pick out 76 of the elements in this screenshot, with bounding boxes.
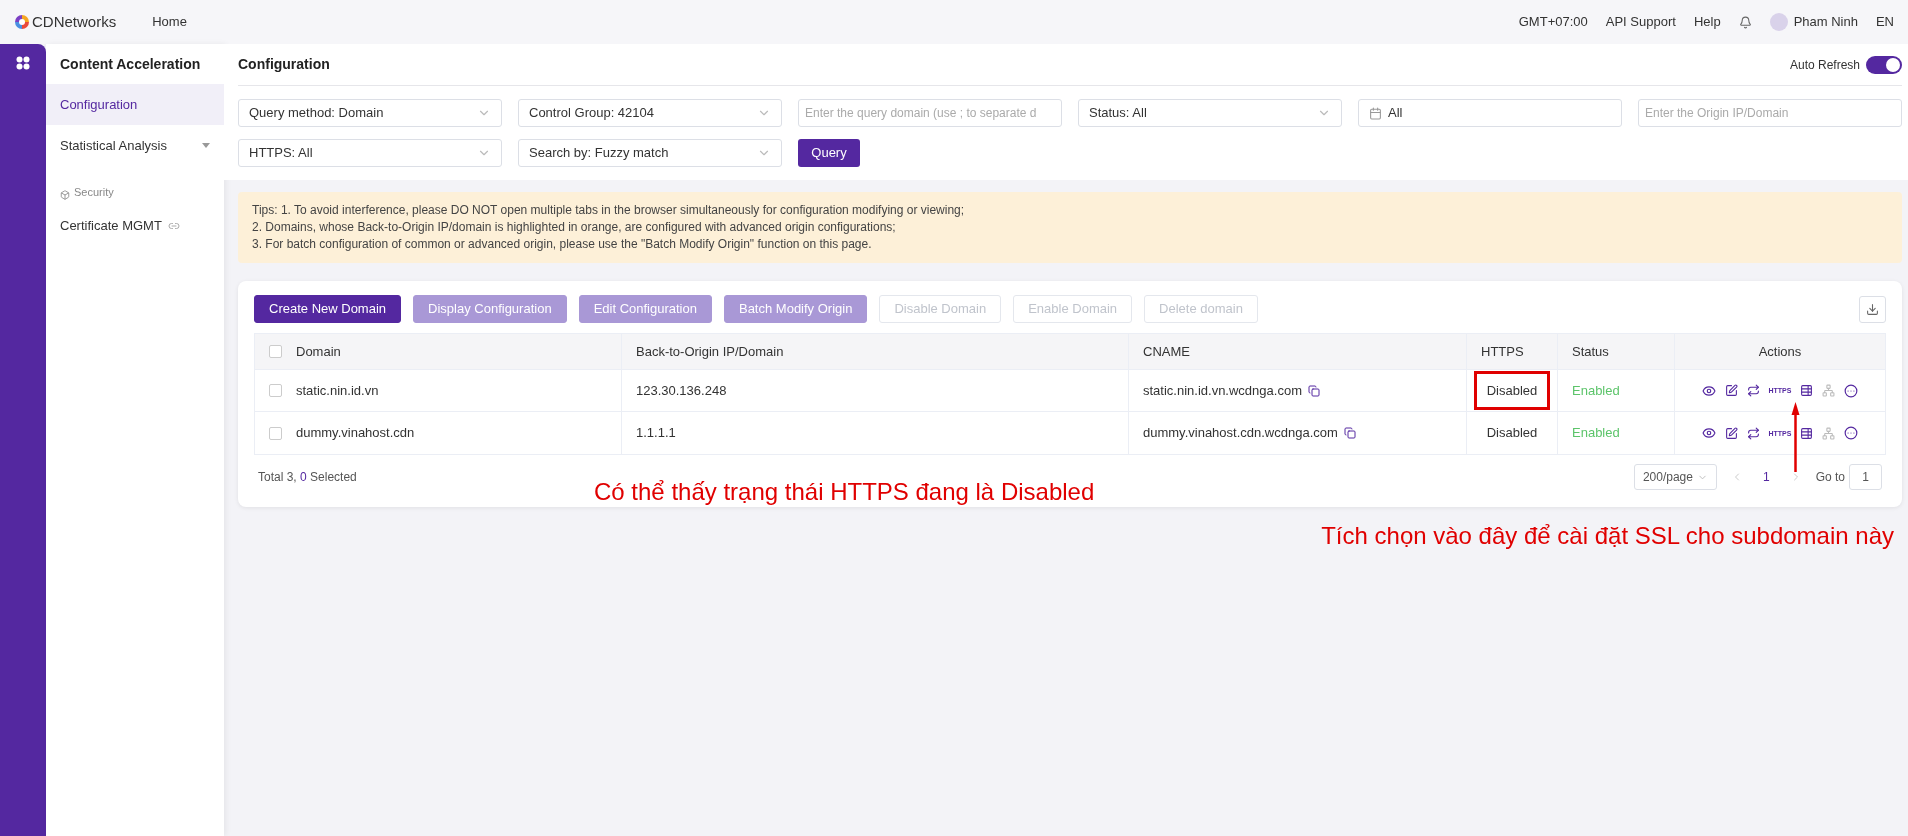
list-icon[interactable] — [1800, 426, 1814, 440]
table-cell-text: static.nin.id.vn — [296, 381, 379, 400]
table-cell-text: dummy.vinahost.cdn.wcdnga.com — [1143, 424, 1338, 443]
nav-link[interactable]: API Support — [1605, 12, 1676, 32]
copy-icon[interactable] — [1307, 384, 1320, 397]
swap-icon[interactable] — [1746, 426, 1760, 440]
annotation-arrow — [1791, 402, 1800, 472]
column-header: Domain — [296, 342, 341, 361]
user-name[interactable]: Pham Ninh — [1793, 12, 1858, 32]
sidebar-item[interactable]: Statistical Analysis — [46, 125, 224, 166]
checkbox[interactable] — [269, 384, 282, 397]
cube-icon — [60, 190, 70, 200]
link-icon — [167, 220, 180, 232]
nav-link[interactable]: Help — [1693, 12, 1721, 32]
calendar-icon — [1369, 106, 1382, 120]
language-label[interactable]: EN — [1875, 12, 1894, 32]
column-header: Back-to-Origin IP/Domain — [636, 342, 784, 361]
apps-icon[interactable] — [16, 56, 30, 70]
download-button[interactable] — [1859, 295, 1886, 323]
sidebar-section-label: Security — [74, 184, 114, 200]
select-field[interactable]: HTTPS: All — [238, 139, 502, 167]
table-cell-text: Disabled — [1485, 424, 1539, 443]
edit-icon[interactable] — [1724, 426, 1738, 440]
table-cell-text: 1.1.1.1 — [636, 424, 676, 443]
status-text: Enabled — [1572, 381, 1620, 400]
swap-icon[interactable] — [1746, 384, 1760, 397]
brand-name: CDNetworks — [32, 11, 117, 32]
table-cell: Disabled — [1473, 370, 1551, 411]
timezone[interactable]: GMT+07:00 — [1518, 12, 1588, 32]
input-field[interactable]: Enter the Origin IP/Domain — [1638, 99, 1902, 127]
sidebar-item[interactable]: Configuration — [46, 84, 224, 125]
sidebar-item[interactable]: Certificate MGMT — [46, 206, 224, 246]
page-title: Configuration — [238, 55, 330, 74]
edit-icon[interactable] — [1724, 384, 1738, 397]
checkbox[interactable] — [269, 426, 282, 440]
column-header: Status — [1572, 342, 1609, 361]
more-icon[interactable] — [1844, 383, 1859, 398]
goto-field[interactable]: 1 — [1849, 464, 1882, 490]
list-icon[interactable] — [1800, 384, 1814, 397]
home-link[interactable]: Home — [152, 12, 187, 32]
page-size-select[interactable]: 200/page — [1633, 464, 1717, 490]
view-icon[interactable] — [1701, 383, 1716, 398]
view-icon[interactable] — [1701, 426, 1716, 440]
select-field[interactable]: Search by: Fuzzy match — [518, 139, 782, 167]
annotation-text: Có thể thấy trạng thái HTTPS đang là Disabled — [594, 477, 1095, 507]
page-number[interactable]: 1 — [1756, 468, 1776, 486]
select-field[interactable]: Query method: Domain — [238, 99, 502, 127]
column-header: HTTPS — [1481, 342, 1524, 361]
status-text: Enabled — [1572, 424, 1620, 443]
goto-label: Go to — [1815, 469, 1845, 486]
auto-refresh-label: Auto Refresh — [1789, 56, 1860, 74]
sidebar-title: Content Acceleration — [59, 54, 202, 74]
table-cell-text: 123.30.136.248 — [636, 381, 727, 400]
checkbox[interactable] — [269, 345, 282, 358]
date-field[interactable]: All — [1358, 99, 1622, 127]
total-summary: Total 3, 0 Selected — [258, 469, 357, 486]
tip-text: 2. Domains, whose Back-to-Origin IP/domain is highlighted in orange, are configured with advanced origin configurations; — [252, 219, 897, 236]
download-icon — [1866, 302, 1879, 316]
table-cell-text: static.nin.id.vn.wcdnga.com — [1143, 381, 1302, 400]
notification-icon[interactable] — [1738, 15, 1752, 29]
column-header: CNAME — [1143, 342, 1190, 361]
table-cell-text: dummy.vinahost.cdn — [296, 424, 415, 443]
tip-text: Tips: 1. To avoid interference, please DO NOT open multiple tabs in the browser simultaneously for configuration modifying or viewing; — [252, 202, 966, 219]
logo-icon — [14, 14, 30, 30]
tip-text: 3. For batch configuration of common or advanced origin, please use the "Batch Modify Origin" function on this page. — [252, 236, 873, 253]
select-field[interactable]: Status: All — [1078, 99, 1342, 127]
input-field[interactable]: Enter the query domain (use ; to separate d — [798, 99, 1062, 127]
query-button[interactable]: Query — [798, 139, 860, 167]
select-field[interactable]: Control Group: 42104 — [518, 99, 782, 127]
caret-icon — [202, 143, 210, 148]
copy-icon[interactable] — [1343, 427, 1356, 439]
more-icon[interactable] — [1844, 426, 1859, 440]
column-header: Actions — [1758, 342, 1802, 361]
auto-refresh-toggle[interactable] — [1866, 55, 1902, 74]
annotation-text: Tích chọn vào đây để cài đặt SSL cho subdomain này — [1321, 521, 1894, 551]
toolbar-button[interactable]: Create New Domain — [254, 295, 402, 323]
